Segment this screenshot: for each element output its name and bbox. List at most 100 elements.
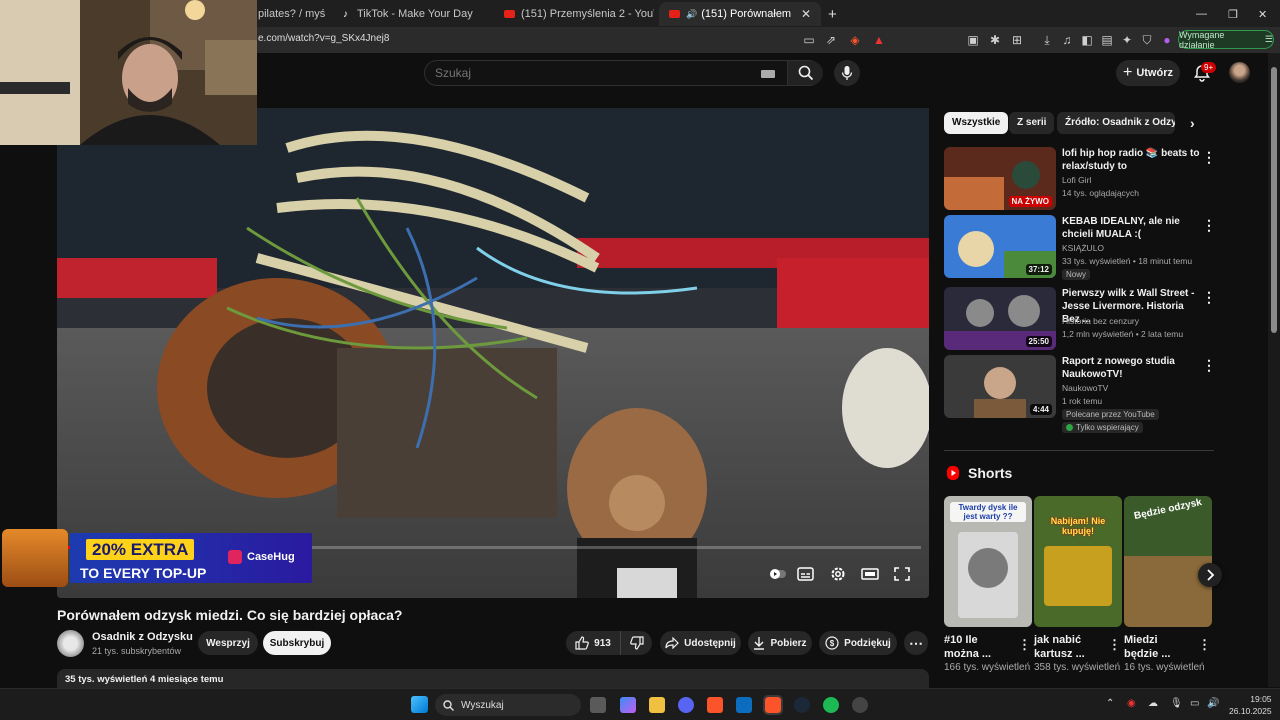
cast-icon[interactable]: ▭ — [802, 33, 816, 47]
more-options-icon[interactable]: ⋮ — [1198, 637, 1211, 653]
brave-icon[interactable] — [707, 697, 723, 713]
steam-icon[interactable] — [794, 697, 810, 713]
short-thumbnail: Twardy dysk ile jest warty ?? — [944, 496, 1032, 627]
subtitles-button[interactable] — [797, 566, 815, 582]
shorts-logo-icon — [947, 466, 959, 480]
search-button[interactable] — [787, 61, 823, 85]
url-field[interactable]: e.com/watch?v=g_SKx4Jnej8 — [258, 33, 389, 44]
fullscreen-button[interactable] — [893, 566, 911, 582]
tray-overflow-icon[interactable]: ⌃ — [1106, 698, 1114, 709]
close-tab-icon[interactable]: ✕ — [801, 7, 811, 21]
store-icon[interactable] — [736, 697, 752, 713]
action-required-button[interactable]: Wymagane działanie ☰ — [1178, 30, 1274, 50]
subscribe-button[interactable]: Subskrybuj — [263, 631, 331, 655]
media-icon[interactable]: ♫ — [1060, 33, 1074, 47]
minimize-button[interactable]: — — [1192, 2, 1212, 26]
puzzle-icon[interactable]: ✱ — [988, 33, 1002, 47]
ad-subline: TO EVERY TOP-UP — [80, 565, 207, 581]
new-tab-button[interactable]: + — [824, 2, 846, 26]
search-input[interactable] — [435, 66, 735, 80]
create-button[interactable]: + Utwórz — [1116, 60, 1180, 86]
onedrive-icon[interactable]: ☁ — [1148, 698, 1158, 709]
autoplay-toggle[interactable] — [769, 566, 787, 582]
windows-start-icon[interactable] — [411, 696, 428, 713]
more-options-icon[interactable]: ⋮ — [1202, 217, 1216, 234]
more-options-icon[interactable]: ⋮ — [1202, 289, 1216, 306]
copilot-icon[interactable] — [620, 697, 636, 713]
more-actions-button[interactable]: ⋯ — [904, 631, 928, 655]
video-meta: 1,2 mln wyświetleń • 2 lata temu — [1062, 329, 1184, 339]
restore-button[interactable]: ❐ — [1222, 2, 1246, 26]
video-thumbnail: 4:44 — [944, 355, 1056, 418]
extension-icon[interactable]: ▣ — [966, 33, 980, 47]
share-icon[interactable]: ⇗ — [824, 33, 838, 47]
task-view-icon[interactable] — [590, 697, 606, 713]
settings-button[interactable] — [829, 566, 847, 582]
download-icon[interactable]: ⤓ — [1040, 33, 1054, 47]
display-icon[interactable]: ▭ — [1190, 698, 1199, 709]
chips-next-icon[interactable]: › — [1190, 115, 1195, 131]
channel-name[interactable]: Osadnik z Odzysku — [92, 631, 193, 643]
shorts-next-button[interactable] — [1198, 563, 1222, 587]
leo-icon[interactable]: ✦ — [1120, 33, 1134, 47]
share-button[interactable]: Udostępnij — [660, 631, 741, 655]
notifications-badge: 9+ — [1201, 62, 1217, 73]
download-button[interactable]: Pobierz — [748, 631, 812, 655]
obs-icon[interactable] — [852, 697, 868, 713]
theater-mode-button[interactable] — [861, 566, 879, 582]
ad-headline: 20% EXTRA — [86, 539, 195, 560]
brave-rewards-icon[interactable]: ▲ — [872, 33, 886, 47]
short-caption: Twardy dysk ile jest warty ?? — [950, 502, 1026, 522]
short-item[interactable]: Nabijam! Nie kupuję! jak nabić kartusz .… — [1034, 496, 1122, 674]
casehug-ad-overlay[interactable]: 20% EXTRA TO EVERY TOP-UP CaseHug — [0, 529, 312, 587]
dislike-button[interactable] — [620, 631, 652, 655]
thanks-button[interactable]: $ Podziękuj — [819, 631, 897, 655]
tab-pilates[interactable]: pilates? / myśl na — [248, 2, 326, 26]
chip-series[interactable]: Z serii — [1009, 112, 1055, 134]
like-button[interactable]: 913 — [566, 631, 620, 655]
recommendation-item[interactable]: 25:50 Pierwszy wilk z Wall Street - Jess… — [944, 287, 1216, 351]
more-options-icon[interactable]: ⋮ — [1202, 149, 1216, 166]
page-scrollbar[interactable] — [1268, 53, 1280, 687]
tab-przemyslenia[interactable]: (151) Przemyślenia 2 - YouTube — [494, 2, 654, 26]
recommendation-item[interactable]: 4:44 Raport z nowego studia NaukowoTV! N… — [944, 355, 1216, 433]
taskbar-search[interactable]: Wyszukaj — [435, 694, 581, 716]
vpn-icon[interactable]: ⛉ — [1140, 33, 1154, 47]
short-item[interactable]: Będzie odzysk Miedzi będzie ... 16 tys. … — [1124, 496, 1212, 674]
more-options-icon[interactable]: ⋮ — [1018, 637, 1031, 653]
profile-icon[interactable]: ● — [1160, 33, 1174, 47]
recommendation-item[interactable]: 37:12 KEBAB IDEALNY, ale nie chcieli MUA… — [944, 215, 1216, 280]
more-options-icon[interactable]: ⋮ — [1108, 637, 1121, 653]
chip-all[interactable]: Wszystkie — [944, 112, 1009, 134]
scrollbar-thumb[interactable] — [1271, 67, 1277, 333]
tab-tiktok[interactable]: ♪ TikTok - Make Your Day — [330, 2, 490, 26]
taskbar-clock[interactable]: 19:05 26.10.2025 — [1229, 693, 1272, 717]
live-badge: NA ŻYWO — [1008, 196, 1052, 207]
tab-manager-icon[interactable]: ⊞ — [1010, 33, 1024, 47]
video-player[interactable] — [57, 108, 929, 598]
tab-porownalem[interactable]: 🔊 (151) Porównałem odzysk mie ✕ — [659, 2, 821, 26]
join-button[interactable]: Wesprzyj — [198, 631, 258, 655]
spotify-icon[interactable] — [823, 697, 839, 713]
recommendation-item[interactable]: NA ŻYWO lofi hip hop radio 📚 beats to re… — [944, 147, 1216, 211]
short-item[interactable]: Twardy dysk ile jest warty ?? #10 Ile mo… — [944, 496, 1032, 674]
more-options-icon[interactable]: ⋮ — [1202, 357, 1216, 374]
voice-search-button[interactable] — [834, 60, 860, 86]
thumbs-down-icon — [629, 636, 644, 650]
sidebar-icon[interactable]: ◧ — [1080, 33, 1094, 47]
brave-active-icon[interactable] — [763, 695, 783, 715]
discord-icon[interactable] — [678, 697, 694, 713]
account-avatar[interactable] — [1229, 62, 1250, 83]
file-explorer-icon[interactable] — [649, 697, 665, 713]
tray-app-icon[interactable]: ◉ — [1127, 698, 1136, 709]
microphone-tray-icon[interactable]: 🎙 — [1170, 698, 1183, 709]
short-thumbnail: Będzie odzysk — [1124, 496, 1212, 627]
keyboard-icon[interactable] — [761, 70, 775, 78]
brave-shield-icon[interactable]: ◈ — [848, 33, 862, 47]
wallet-icon[interactable]: ▤ — [1100, 33, 1114, 47]
volume-icon[interactable]: 🔊 — [1207, 698, 1219, 709]
like-count: 913 — [594, 637, 611, 649]
close-window-button[interactable]: ✕ — [1252, 2, 1276, 26]
chip-source[interactable]: Źródło: Osadnik z Odzysku — [1057, 112, 1175, 134]
channel-avatar[interactable] — [57, 630, 84, 657]
